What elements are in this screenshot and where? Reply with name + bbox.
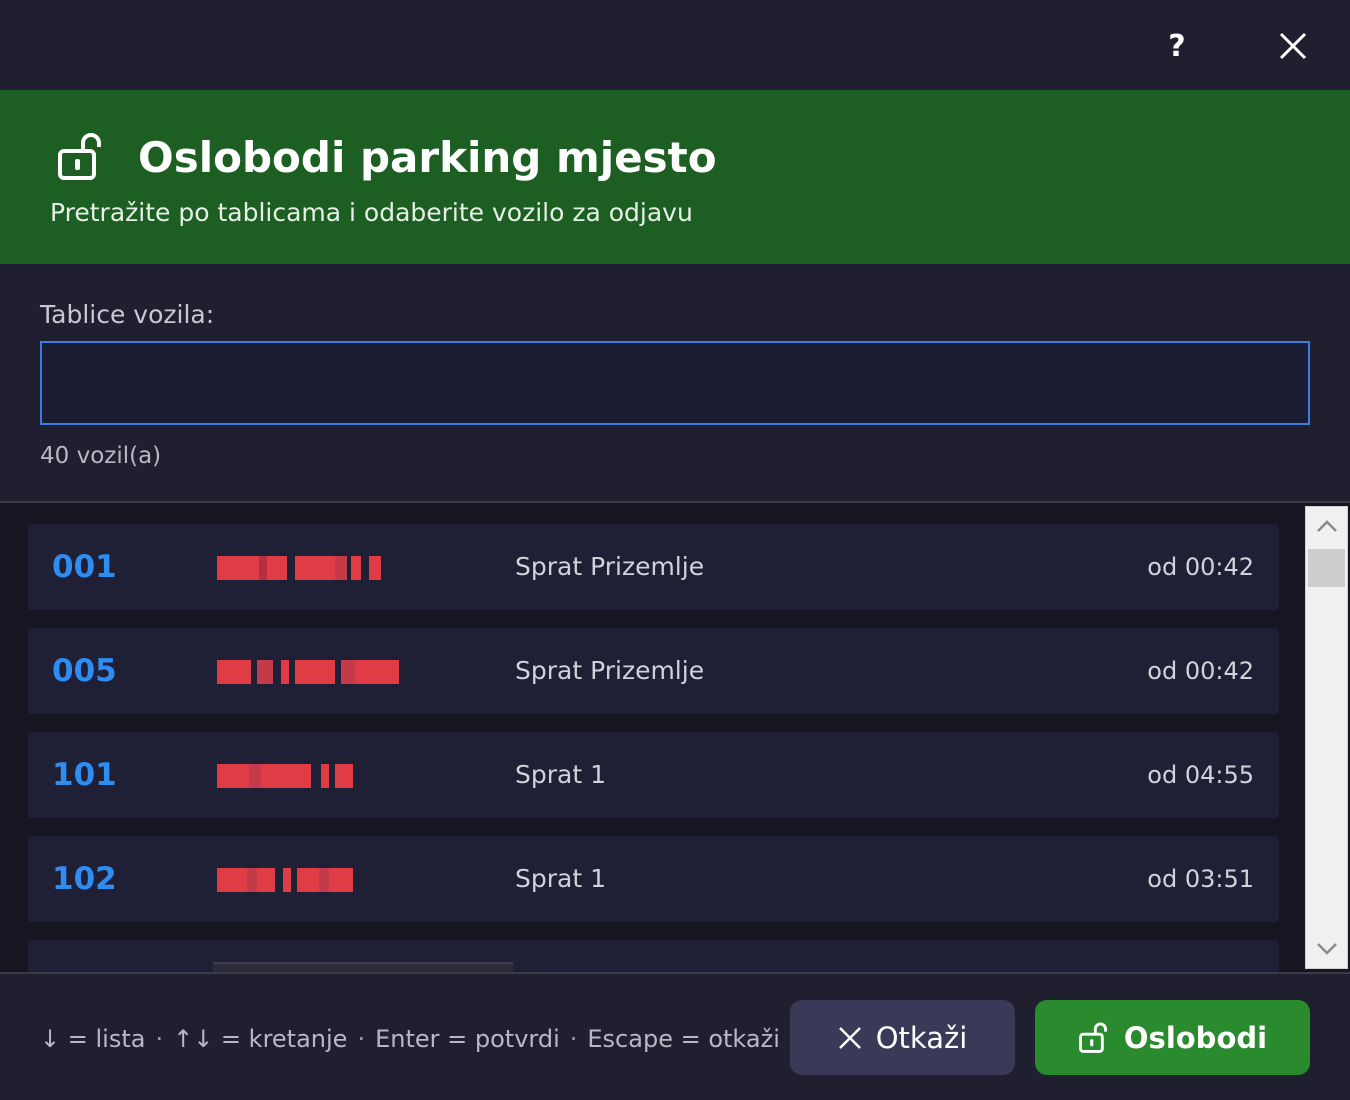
parked-since: od 03:51 [1147,865,1254,893]
list-item[interactable]: 001 Sprat Prizemlje od 00:42 [28,524,1279,610]
hint-separator: · [357,1025,366,1053]
vertical-scrollbar[interactable] [1305,506,1348,969]
scrollbar-thumb[interactable] [1308,549,1345,587]
floor-label: Sprat 1 [515,864,606,893]
title-bar [0,0,1350,90]
hint-cancel: Escape = otkaži [587,1025,780,1053]
keyboard-hints: ↓ = lista · ↑↓ = kretanje · Enter = potvrdi ·… [40,1022,780,1056]
hint-navigate: ↑↓ = kretanje [173,1025,348,1053]
close-button[interactable] [1269,22,1317,70]
unlock-icon [1079,1022,1107,1053]
plate-search-label: Tablice vozila: [40,300,215,329]
close-icon [838,1026,861,1049]
spot-number: 001 [52,549,117,585]
floor-label: Sprat Prizemlje [515,656,705,685]
spot-number: 102 [52,861,117,897]
page-subtitle: Pretražite po tablicama i odaberite vozi… [50,198,693,227]
floor-label: Sprat 1 [515,760,606,789]
cancel-button[interactable]: Otkaži [790,1000,1015,1075]
parked-since: od 04:55 [1147,761,1254,789]
list-item[interactable]: 101 Sprat 1 od 04:55 [28,732,1279,818]
hint-list: ↓ = lista [40,1025,146,1053]
spot-number: 005 [52,653,117,689]
chevron-up-icon [1316,520,1337,532]
cancel-button-label: Otkaži [875,1020,968,1055]
release-button[interactable]: Oslobodi [1035,1000,1310,1075]
scroll-up-button[interactable] [1306,507,1347,545]
hint-confirm: Enter = potvrdi [375,1025,560,1053]
parked-since: od 00:42 [1147,553,1254,581]
list-item[interactable]: 102 Sprat 1 od 03:51 [28,836,1279,922]
release-button-label: Oslobodi [1123,1020,1268,1055]
chevron-down-icon [1316,943,1337,955]
close-icon [1279,32,1307,60]
plate-redacted [217,556,381,580]
hint-separator: · [155,1025,164,1053]
floor-label: Sprat Prizemlje [515,552,705,581]
help-label: ? [1168,28,1186,64]
unlock-icon [58,133,101,180]
parked-since: od 00:42 [1147,657,1254,685]
plate-redacted [217,868,353,892]
hint-separator: · [569,1025,578,1053]
spot-number: 101 [52,757,117,793]
scroll-down-button[interactable] [1306,930,1347,968]
vehicle-count: 40 vozil(a) [40,443,162,469]
list-item[interactable]: 005 Sprat Prizemlje od 00:42 [28,628,1279,714]
plate-search-input[interactable] [40,341,1310,425]
vehicle-list[interactable]: 001 Sprat Prizemlje od 00:42 005 Sprat P… [0,503,1350,972]
plate-redacted [217,764,353,788]
help-button[interactable]: ? [1153,22,1201,70]
page-title: Oslobodi parking mjesto [138,133,717,182]
plate-redacted [217,660,399,684]
